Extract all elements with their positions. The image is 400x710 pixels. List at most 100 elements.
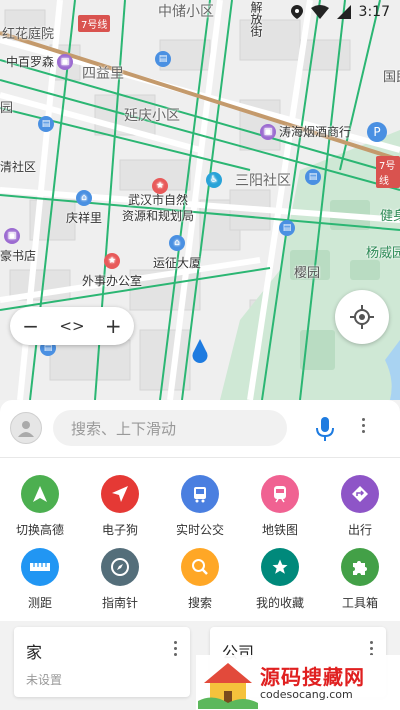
favorite-title: 家 bbox=[26, 643, 43, 662]
compass-icon bbox=[101, 548, 139, 586]
poi-taohai[interactable]: ▣ 涛海烟酒商行 bbox=[260, 123, 351, 140]
more-vertical-icon[interactable] bbox=[362, 418, 365, 433]
map-label: 杨威园 bbox=[366, 246, 400, 261]
locate-icon bbox=[350, 305, 374, 329]
star-icon bbox=[261, 548, 299, 586]
poi-label: 外事办公室 bbox=[82, 274, 143, 288]
bus-stop-icon[interactable]: ▤ bbox=[305, 169, 321, 185]
poi-label: 豪书店 bbox=[0, 249, 37, 263]
poi-label: 三阳社区 bbox=[235, 173, 291, 189]
shortcut-e-dog[interactable]: 电子狗 bbox=[80, 475, 160, 538]
shortcut-label: 指南针 bbox=[101, 596, 138, 610]
favorite-subtitle: 未设置 bbox=[26, 673, 63, 687]
map-label: 中储小区 bbox=[158, 4, 214, 20]
puzzle-icon bbox=[341, 548, 379, 586]
bus-stop-icon[interactable]: ▤ bbox=[38, 116, 54, 132]
shortcut-compass[interactable]: 指南针 bbox=[80, 548, 160, 611]
building-icon: ⌂ bbox=[76, 190, 92, 206]
poi-label: 运征大厦 bbox=[153, 256, 202, 270]
map-label: 樱园 bbox=[294, 266, 321, 281]
avatar[interactable] bbox=[10, 412, 42, 444]
poi-label: 武汉市自然 资源和规划局 bbox=[122, 193, 195, 223]
poi-waishi[interactable]: ★ 外事办公室 bbox=[82, 253, 142, 289]
watermark-text: 源码搜藏网 bbox=[260, 665, 365, 689]
map-label: 园 bbox=[0, 101, 14, 116]
shortcut-metro-map[interactable]: 地铁图 bbox=[240, 475, 320, 538]
watermark: 源码搜藏网 codesocang.com bbox=[196, 655, 400, 710]
shortcut-label: 搜索 bbox=[187, 596, 212, 610]
poi-label: 中百罗森 bbox=[6, 55, 55, 69]
wifi-icon bbox=[310, 5, 329, 19]
shop-icon: ▣ bbox=[57, 53, 74, 70]
bus-icon bbox=[181, 475, 219, 513]
status-bar: 3:17 bbox=[290, 4, 390, 20]
code-toggle-button[interactable]: <> bbox=[55, 309, 89, 343]
signal-icon bbox=[336, 5, 351, 19]
shortcut-label: 地铁图 bbox=[261, 523, 298, 537]
locate-button[interactable] bbox=[335, 290, 389, 344]
shortcut-toolbox[interactable]: 工具箱 bbox=[320, 548, 400, 611]
shortcut-label: 测距 bbox=[27, 596, 52, 610]
zoom-in-button[interactable]: + bbox=[96, 309, 130, 343]
street-label: 解放街 bbox=[249, 1, 263, 37]
map-label: 红花庭院 bbox=[2, 27, 55, 42]
map-view[interactable]: 3:17 红花庭院 中储小区 7号线 解放街 中百罗森 ▣ ▤ 四益里 国民 园… bbox=[0, 0, 400, 400]
shortcut-label: 切换高德 bbox=[15, 523, 64, 537]
metro-line-tag: 7号线 bbox=[376, 156, 400, 188]
house-logo-icon bbox=[198, 663, 258, 709]
poi-label: 涛海烟酒商行 bbox=[279, 125, 352, 139]
route-icon bbox=[341, 475, 379, 513]
shortcut-favorites[interactable]: 我的收藏 bbox=[240, 548, 320, 611]
more-vertical-icon[interactable] bbox=[370, 641, 373, 656]
watermark-url: codesocang.com bbox=[260, 688, 353, 701]
government-icon: ★ bbox=[152, 178, 168, 194]
poi-haoshu[interactable]: ▣ 豪书店 bbox=[0, 228, 36, 264]
location-pin-icon bbox=[290, 5, 303, 19]
poi-sanyang[interactable]: ♿ 三阳社区 bbox=[206, 170, 291, 190]
user-icon bbox=[18, 421, 34, 437]
shortcut-label: 实时公交 bbox=[175, 523, 224, 537]
shortcut-label: 工具箱 bbox=[341, 596, 378, 610]
poi-zhongbai[interactable]: 中百罗森 ▣ bbox=[6, 53, 74, 70]
poi-label: 庆祥里 bbox=[66, 211, 103, 225]
metro-line-tag: 7号线 bbox=[78, 15, 111, 32]
bookstore-icon: ▣ bbox=[4, 228, 20, 244]
current-location-marker bbox=[192, 339, 208, 363]
shortcut-label: 电子狗 bbox=[101, 523, 138, 537]
map-label: 健身 bbox=[380, 209, 400, 224]
bus-stop-icon[interactable]: ▤ bbox=[155, 51, 171, 67]
restroom-icon: ♿ bbox=[206, 172, 222, 188]
government-icon: ★ bbox=[104, 253, 120, 269]
shop-icon: ▣ bbox=[260, 123, 276, 140]
microphone-icon[interactable] bbox=[316, 417, 334, 441]
map-label: 四益里 bbox=[82, 66, 124, 82]
metro-icon bbox=[261, 475, 299, 513]
map-label: 国民 bbox=[383, 70, 400, 85]
shortcut-grid: 切换高德 电子狗 实时公交 地铁图 出行 测距 指南针 搜索 我的收藏 工具箱 bbox=[0, 457, 400, 621]
more-vertical-icon[interactable] bbox=[174, 641, 177, 656]
bus-stop-icon[interactable]: ▤ bbox=[279, 220, 295, 236]
search-input[interactable]: 搜索、上下滑动 bbox=[53, 410, 287, 446]
ruler-icon bbox=[21, 548, 59, 586]
shortcut-travel[interactable]: 出行 bbox=[320, 475, 400, 538]
map-label: 清社区 bbox=[0, 160, 37, 174]
parking-icon[interactable]: P bbox=[367, 122, 387, 142]
shortcut-switch-amap[interactable]: 切换高德 bbox=[0, 475, 80, 538]
navigation-arrow-icon bbox=[21, 475, 59, 513]
shortcut-realtime-bus[interactable]: 实时公交 bbox=[160, 475, 240, 538]
status-time: 3:17 bbox=[358, 4, 390, 20]
map-label: 延庆小区 bbox=[124, 108, 180, 124]
shortcut-measure[interactable]: 测距 bbox=[0, 548, 80, 611]
shortcut-search[interactable]: 搜索 bbox=[160, 548, 240, 611]
building-icon: ⌂ bbox=[169, 235, 185, 251]
poi-wuhan-ziran[interactable]: ★ 武汉市自然 资源和规划局 bbox=[122, 178, 195, 224]
send-arrow-icon bbox=[101, 475, 139, 513]
shortcut-label: 我的收藏 bbox=[255, 596, 304, 610]
zoom-control: − <> + bbox=[10, 307, 134, 345]
zoom-out-button[interactable]: − bbox=[14, 309, 48, 343]
poi-yunzheng[interactable]: ⌂ 运征大厦 bbox=[153, 235, 201, 271]
search-icon bbox=[181, 548, 219, 586]
poi-qingxiang[interactable]: ⌂ 庆祥里 bbox=[66, 190, 102, 226]
shortcut-label: 出行 bbox=[347, 523, 372, 537]
favorite-home-card[interactable]: 家 未设置 bbox=[14, 627, 190, 697]
